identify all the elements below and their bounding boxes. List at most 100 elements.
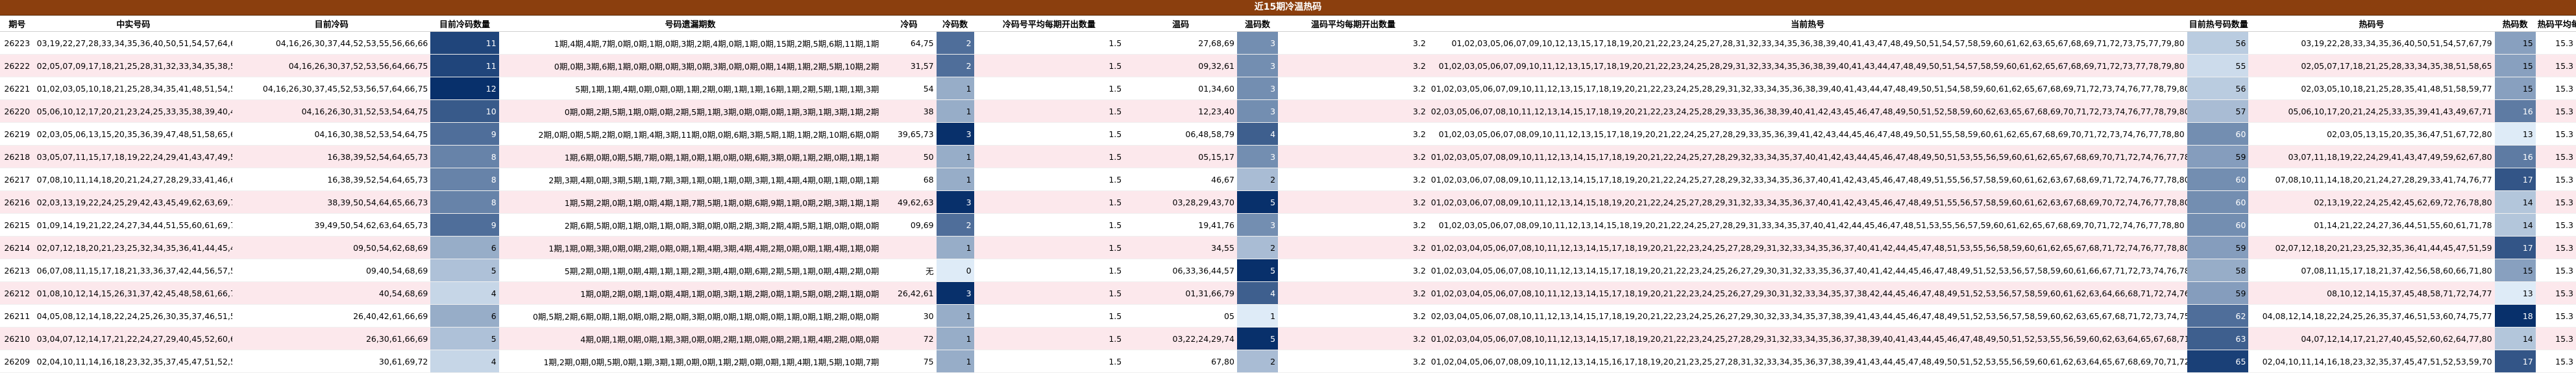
table-row[interactable]: 26221 01,02,03,05,10,18,21,25,28,34,35,41…	[0, 77, 2576, 100]
col-warm-avg-cell[interactable]: 3.2	[1278, 236, 1429, 259]
col-warm-cell[interactable]: 05	[1124, 304, 1237, 328]
col-winning-cell[interactable]: 03,19,22,27,28,33,34,35,36,40,50,51,54,5…	[34, 31, 233, 55]
col-hot-count-header[interactable]: 目前热号码数量	[2187, 16, 2249, 32]
col-warm-cell[interactable]: 03,22,24,29,74	[1124, 327, 1237, 350]
col-hot-count-cell[interactable]: 59	[2187, 236, 2249, 259]
col-omission-header[interactable]: 号码遗漏期数	[498, 16, 882, 32]
col-warm-cell[interactable]: 34,55	[1124, 236, 1237, 259]
col-cold-n-cell[interactable]: 1	[936, 77, 974, 100]
col-warm-avg-cell[interactable]: 3.2	[1278, 145, 1429, 168]
col-cold-avg-cell[interactable]: 1.5	[974, 259, 1125, 282]
col-cold-count-cell[interactable]: 8	[430, 190, 499, 214]
col-warm-avg-cell[interactable]: 3.2	[1278, 190, 1429, 214]
col-warm-n-cell[interactable]: 3	[1236, 31, 1279, 55]
col-warm-header[interactable]: 温码	[1124, 16, 1237, 32]
col-hot-n-cell[interactable]: 16	[2494, 99, 2536, 123]
col-cold-n-cell[interactable]: 3	[936, 281, 974, 305]
col-warm-n-cell[interactable]: 3	[1236, 99, 1279, 123]
col-hot-avg-cell[interactable]: 15.3	[2535, 259, 2576, 282]
col-hot-n-cell[interactable]: 14	[2494, 190, 2536, 214]
col-winning-cell[interactable]: 02,03,05,06,13,15,20,35,36,39,47,48,51,5…	[34, 122, 233, 146]
col-warm-cell[interactable]: 12,23,40	[1124, 99, 1237, 123]
col-hot-cell[interactable]: 01,02,03,06,07,08,09,10,11,12,13,14,15,1…	[1428, 190, 2187, 214]
col-hot-header[interactable]: 当前热号	[1428, 16, 2187, 32]
col-cold-avg-cell[interactable]: 1.5	[974, 350, 1125, 373]
col-cold-nums-cell[interactable]: 04,16,30,38,52,53,54,64,75	[232, 122, 431, 146]
table-row[interactable]: 26210 03,04,07,12,14,17,21,22,24,27,29,40…	[0, 327, 2576, 350]
col-omission-cell[interactable]: 0期,0期,2期,5期,1期,0期,0期,2期,5期,1期,3期,0期,0期,0…	[498, 99, 882, 123]
col-winning-cell[interactable]: 01,09,14,19,21,22,24,27,34,44,51,55,60,6…	[34, 213, 233, 237]
col-cold-cell[interactable]: 68	[881, 168, 937, 191]
col-omission-cell[interactable]: 2期,0期,0期,5期,2期,0期,1期,4期,3期,11期,0期,0期,6期,…	[498, 122, 882, 146]
col-hot-n-cell[interactable]: 15	[2494, 31, 2536, 55]
col-warm-n-cell[interactable]: 3	[1236, 145, 1279, 168]
col-omission-cell[interactable]: 0期,5期,2期,6期,0期,1期,0期,0期,2期,0期,3期,0期,0期,1…	[498, 304, 882, 328]
col-hot-cell[interactable]: 01,02,03,05,06,07,08,09,10,11,12,13,14,1…	[1428, 213, 2187, 237]
col-warm-avg-cell[interactable]: 3.2	[1278, 31, 1429, 55]
col-cold-count-cell[interactable]: 4	[430, 281, 499, 305]
col-warm-cell[interactable]: 46,67	[1124, 168, 1237, 191]
col-cold-avg-cell[interactable]: 1.5	[974, 304, 1125, 328]
col-cold-cell[interactable]: 75	[881, 350, 937, 373]
col-warm-n-header[interactable]: 温码数	[1236, 16, 1279, 32]
col-hot-count-cell[interactable]: 59	[2187, 281, 2249, 305]
table-row[interactable]: 26213 06,07,08,11,15,17,18,21,33,36,37,42…	[0, 259, 2576, 282]
table-row[interactable]: 26212 01,08,10,12,14,15,26,31,37,42,45,48…	[0, 281, 2576, 305]
col-warm-cell[interactable]: 19,41,76	[1124, 213, 1237, 237]
col-warm-n-cell[interactable]: 2	[1236, 168, 1279, 191]
col-cold-count-cell[interactable]: 10	[430, 99, 499, 123]
col-period-cell[interactable]: 26221	[0, 77, 34, 100]
col-hot-nums-cell[interactable]: 07,08,11,15,17,18,21,37,42,56,58,60,66,7…	[2248, 259, 2495, 282]
col-cold-count-header[interactable]: 目前冷码数量	[430, 16, 499, 32]
col-hot-n-cell[interactable]: 15	[2494, 259, 2536, 282]
col-cold-count-cell[interactable]: 8	[430, 168, 499, 191]
col-cold-n-cell[interactable]: 1	[936, 327, 974, 350]
col-warm-n-cell[interactable]: 5	[1236, 259, 1279, 282]
col-hot-cell[interactable]: 01,02,03,06,07,08,09,10,11,12,13,14,15,1…	[1428, 168, 2187, 191]
col-cold-cell[interactable]: 49,62,63	[881, 190, 937, 214]
col-cold-nums-cell[interactable]: 04,16,26,30,37,52,53,56,64,66,75	[232, 54, 431, 77]
col-cold-avg-cell[interactable]: 1.5	[974, 31, 1125, 55]
col-omission-cell[interactable]: 2期,6期,5期,0期,1期,0期,1期,0期,3期,0期,0期,2期,3期,2…	[498, 213, 882, 237]
col-cold-cell[interactable]: 无	[881, 259, 937, 282]
col-hot-n-cell[interactable]: 18	[2494, 304, 2536, 328]
col-cold-cell[interactable]	[881, 236, 937, 259]
col-omission-cell[interactable]: 1期,2期,0期,0期,5期,0期,1期,3期,1期,0期,0期,1期,2期,0…	[498, 350, 882, 373]
col-warm-n-cell[interactable]: 5	[1236, 327, 1279, 350]
col-winning-cell[interactable]: 05,06,10,12,17,20,21,23,24,25,33,35,38,3…	[34, 99, 233, 123]
col-period-cell[interactable]: 26219	[0, 122, 34, 146]
col-warm-avg-header[interactable]: 温码平均每期开出数量	[1278, 16, 1429, 32]
col-cold-count-cell[interactable]: 11	[430, 54, 499, 77]
col-cold-count-cell[interactable]: 12	[430, 77, 499, 100]
col-hot-cell[interactable]: 01,02,03,04,05,06,07,08,10,11,12,13,14,1…	[1428, 236, 2187, 259]
col-cold-avg-cell[interactable]: 1.5	[974, 122, 1125, 146]
col-omission-cell[interactable]: 5期,1期,1期,4期,0期,0期,0期,1期,2期,0期,1期,1期,16期,…	[498, 77, 882, 100]
col-hot-n-cell[interactable]: 13	[2494, 281, 2536, 305]
col-hot-avg-cell[interactable]: 15.3	[2535, 213, 2576, 237]
col-hot-n-cell[interactable]: 15	[2494, 77, 2536, 100]
col-cold-avg-cell[interactable]: 1.5	[974, 168, 1125, 191]
col-hot-nums-header[interactable]: 热码号	[2248, 16, 2495, 32]
col-hot-cell[interactable]: 01,02,03,05,06,07,09,10,11,12,13,15,17,1…	[1428, 77, 2187, 100]
col-cold-nums-cell[interactable]: 16,38,39,52,54,64,65,73	[232, 168, 431, 191]
col-hot-cell[interactable]: 01,02,03,04,05,06,07,08,10,11,12,13,14,1…	[1428, 259, 2187, 282]
col-hot-avg-header[interactable]: 热码平均每期开出数量	[2535, 16, 2576, 32]
col-period-header[interactable]: 期号	[0, 16, 34, 32]
col-cold-cell[interactable]: 64,75	[881, 31, 937, 55]
col-hot-count-cell[interactable]: 62	[2187, 304, 2249, 328]
col-warm-avg-cell[interactable]: 3.2	[1278, 54, 1429, 77]
col-hot-nums-cell[interactable]: 08,10,12,14,15,37,45,48,58,71,72,74,77	[2248, 281, 2495, 305]
col-hot-n-cell[interactable]: 17	[2494, 236, 2536, 259]
col-cold-count-cell[interactable]: 6	[430, 304, 499, 328]
col-cold-cell[interactable]: 09,69	[881, 213, 937, 237]
col-cold-cell[interactable]: 72	[881, 327, 937, 350]
col-cold-nums-cell[interactable]: 04,16,26,30,37,44,52,53,55,56,66,66	[232, 31, 431, 55]
col-period-cell[interactable]: 26223	[0, 31, 34, 55]
col-hot-count-cell[interactable]: 60	[2187, 190, 2249, 214]
col-period-cell[interactable]: 26214	[0, 236, 34, 259]
col-period-cell[interactable]: 26220	[0, 99, 34, 123]
col-period-cell[interactable]: 26215	[0, 213, 34, 237]
col-cold-count-cell[interactable]: 5	[430, 259, 499, 282]
col-period-cell[interactable]: 26222	[0, 54, 34, 77]
col-cold-count-cell[interactable]: 6	[430, 236, 499, 259]
